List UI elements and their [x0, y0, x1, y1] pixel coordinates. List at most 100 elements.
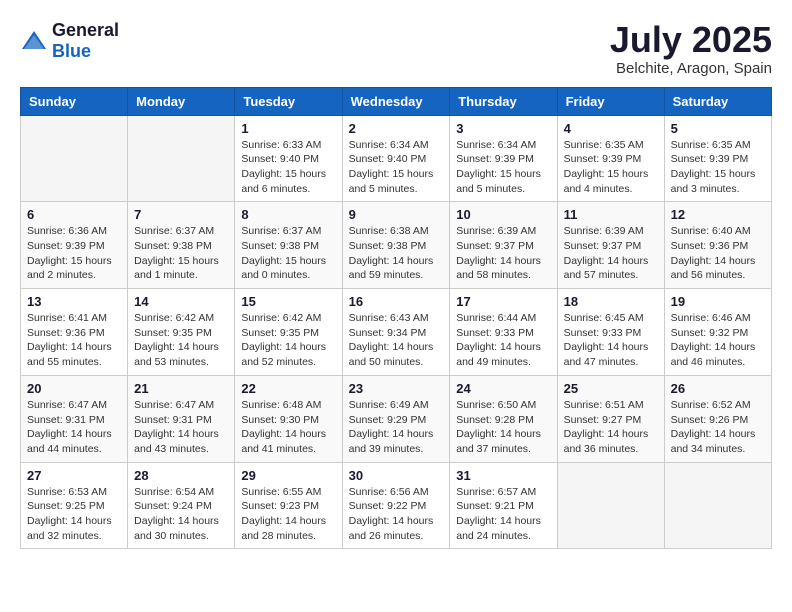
day-number: 12	[671, 207, 765, 222]
day-info: Sunrise: 6:57 AM Sunset: 9:21 PM Dayligh…	[456, 485, 550, 544]
weekday-header-tuesday: Tuesday	[235, 87, 342, 115]
calendar-cell: 24 Sunrise: 6:50 AM Sunset: 9:28 PM Dayli…	[450, 375, 557, 462]
day-info: Sunrise: 6:38 AM Sunset: 9:38 PM Dayligh…	[349, 224, 444, 283]
day-info: Sunrise: 6:51 AM Sunset: 9:27 PM Dayligh…	[564, 398, 658, 457]
day-info: Sunrise: 6:48 AM Sunset: 9:30 PM Dayligh…	[241, 398, 335, 457]
day-info: Sunrise: 6:54 AM Sunset: 9:24 PM Dayligh…	[134, 485, 228, 544]
day-info: Sunrise: 6:37 AM Sunset: 9:38 PM Dayligh…	[134, 224, 228, 283]
day-number: 24	[456, 381, 550, 396]
calendar-cell: 10Sunrise: 6:39 AM Sunset: 9:37 PM Dayli…	[450, 202, 557, 289]
logo-general: General	[52, 20, 119, 40]
calendar-cell	[21, 115, 128, 202]
calendar-week-row: 27 Sunrise: 6:53 AM Sunset: 9:25 PM Dayli…	[21, 462, 772, 549]
calendar-cell: 2 Sunrise: 6:34 AM Sunset: 9:40 PM Daylig…	[342, 115, 450, 202]
calendar-cell: 9 Sunrise: 6:38 AM Sunset: 9:38 PM Daylig…	[342, 202, 450, 289]
weekday-header-wednesday: Wednesday	[342, 87, 450, 115]
weekday-header-row: SundayMondayTuesdayWednesdayThursdayFrid…	[21, 87, 772, 115]
day-number: 21	[134, 381, 228, 396]
day-info: Sunrise: 6:47 AM Sunset: 9:31 PM Dayligh…	[27, 398, 121, 457]
calendar-cell: 26 Sunrise: 6:52 AM Sunset: 9:26 PM Dayli…	[664, 375, 771, 462]
day-info: Sunrise: 6:55 AM Sunset: 9:23 PM Dayligh…	[241, 485, 335, 544]
calendar-cell: 5Sunrise: 6:35 AM Sunset: 9:39 PM Daylig…	[664, 115, 771, 202]
calendar-cell: 28 Sunrise: 6:54 AM Sunset: 9:24 PM Dayli…	[128, 462, 235, 549]
day-info: Sunrise: 6:42 AM Sunset: 9:35 PM Dayligh…	[134, 311, 228, 370]
day-info: Sunrise: 6:36 AM Sunset: 9:39 PM Dayligh…	[27, 224, 121, 283]
day-number: 17	[456, 294, 550, 309]
day-number: 14	[134, 294, 228, 309]
day-info: Sunrise: 6:50 AM Sunset: 9:28 PM Dayligh…	[456, 398, 550, 457]
logo-text: General Blue	[52, 20, 119, 62]
calendar-cell: 1Sunrise: 6:33 AM Sunset: 9:40 PM Daylig…	[235, 115, 342, 202]
calendar-cell: 17 Sunrise: 6:44 AM Sunset: 9:33 PM Dayli…	[450, 289, 557, 376]
calendar-cell: 19 Sunrise: 6:46 AM Sunset: 9:32 PM Dayli…	[664, 289, 771, 376]
day-number: 10	[456, 207, 550, 222]
day-info: Sunrise: 6:40 AM Sunset: 9:36 PM Dayligh…	[671, 224, 765, 283]
day-info: Sunrise: 6:41 AM Sunset: 9:36 PM Dayligh…	[27, 311, 121, 370]
calendar-cell: 11Sunrise: 6:39 AM Sunset: 9:37 PM Dayli…	[557, 202, 664, 289]
calendar-cell: 23 Sunrise: 6:49 AM Sunset: 9:29 PM Dayli…	[342, 375, 450, 462]
day-info: Sunrise: 6:43 AM Sunset: 9:34 PM Dayligh…	[349, 311, 444, 370]
title-block: July 2025 Belchite, Aragon, Spain	[610, 20, 772, 77]
day-number: 16	[349, 294, 444, 309]
day-number: 3	[456, 121, 550, 136]
day-info: Sunrise: 6:49 AM Sunset: 9:29 PM Dayligh…	[349, 398, 444, 457]
day-number: 23	[349, 381, 444, 396]
calendar-cell: 8 Sunrise: 6:37 AM Sunset: 9:38 PM Daylig…	[235, 202, 342, 289]
calendar-cell: 7Sunrise: 6:37 AM Sunset: 9:38 PM Daylig…	[128, 202, 235, 289]
day-number: 2	[349, 121, 444, 136]
day-number: 28	[134, 468, 228, 483]
day-info: Sunrise: 6:34 AM Sunset: 9:39 PM Dayligh…	[456, 138, 550, 197]
calendar-cell	[664, 462, 771, 549]
calendar-cell: 27 Sunrise: 6:53 AM Sunset: 9:25 PM Dayli…	[21, 462, 128, 549]
calendar-table: SundayMondayTuesdayWednesdayThursdayFrid…	[20, 87, 772, 550]
day-number: 15	[241, 294, 335, 309]
day-info: Sunrise: 6:44 AM Sunset: 9:33 PM Dayligh…	[456, 311, 550, 370]
calendar-week-row: 6 Sunrise: 6:36 AM Sunset: 9:39 PM Daylig…	[21, 202, 772, 289]
day-number: 13	[27, 294, 121, 309]
day-number: 31	[456, 468, 550, 483]
day-number: 19	[671, 294, 765, 309]
page-header: General Blue July 2025 Belchite, Aragon,…	[20, 20, 772, 77]
day-info: Sunrise: 6:46 AM Sunset: 9:32 PM Dayligh…	[671, 311, 765, 370]
calendar-cell: 22 Sunrise: 6:48 AM Sunset: 9:30 PM Dayli…	[235, 375, 342, 462]
calendar-cell: 18Sunrise: 6:45 AM Sunset: 9:33 PM Dayli…	[557, 289, 664, 376]
day-number: 18	[564, 294, 658, 309]
location-subtitle: Belchite, Aragon, Spain	[610, 60, 772, 77]
calendar-cell: 13 Sunrise: 6:41 AM Sunset: 9:36 PM Dayli…	[21, 289, 128, 376]
calendar-cell	[128, 115, 235, 202]
calendar-cell: 29 Sunrise: 6:55 AM Sunset: 9:23 PM Dayli…	[235, 462, 342, 549]
calendar-week-row: 1Sunrise: 6:33 AM Sunset: 9:40 PM Daylig…	[21, 115, 772, 202]
calendar-cell	[557, 462, 664, 549]
day-number: 20	[27, 381, 121, 396]
day-number: 9	[349, 207, 444, 222]
calendar-week-row: 20 Sunrise: 6:47 AM Sunset: 9:31 PM Dayli…	[21, 375, 772, 462]
day-number: 22	[241, 381, 335, 396]
weekday-header-monday: Monday	[128, 87, 235, 115]
calendar-week-row: 13 Sunrise: 6:41 AM Sunset: 9:36 PM Dayli…	[21, 289, 772, 376]
day-number: 8	[241, 207, 335, 222]
logo: General Blue	[20, 20, 119, 62]
logo-icon	[20, 27, 48, 55]
calendar-cell: 31 Sunrise: 6:57 AM Sunset: 9:21 PM Dayli…	[450, 462, 557, 549]
day-info: Sunrise: 6:56 AM Sunset: 9:22 PM Dayligh…	[349, 485, 444, 544]
day-info: Sunrise: 6:52 AM Sunset: 9:26 PM Dayligh…	[671, 398, 765, 457]
day-info: Sunrise: 6:35 AM Sunset: 9:39 PM Dayligh…	[564, 138, 658, 197]
day-info: Sunrise: 6:42 AM Sunset: 9:35 PM Dayligh…	[241, 311, 335, 370]
day-info: Sunrise: 6:35 AM Sunset: 9:39 PM Dayligh…	[671, 138, 765, 197]
calendar-cell: 30 Sunrise: 6:56 AM Sunset: 9:22 PM Dayli…	[342, 462, 450, 549]
day-number: 29	[241, 468, 335, 483]
weekday-header-thursday: Thursday	[450, 87, 557, 115]
day-number: 30	[349, 468, 444, 483]
day-number: 27	[27, 468, 121, 483]
day-info: Sunrise: 6:34 AM Sunset: 9:40 PM Dayligh…	[349, 138, 444, 197]
day-number: 6	[27, 207, 121, 222]
weekday-header-saturday: Saturday	[664, 87, 771, 115]
day-info: Sunrise: 6:53 AM Sunset: 9:25 PM Dayligh…	[27, 485, 121, 544]
day-number: 25	[564, 381, 658, 396]
day-info: Sunrise: 6:37 AM Sunset: 9:38 PM Dayligh…	[241, 224, 335, 283]
calendar-cell: 21 Sunrise: 6:47 AM Sunset: 9:31 PM Dayli…	[128, 375, 235, 462]
calendar-cell: 16 Sunrise: 6:43 AM Sunset: 9:34 PM Dayli…	[342, 289, 450, 376]
calendar-cell: 4Sunrise: 6:35 AM Sunset: 9:39 PM Daylig…	[557, 115, 664, 202]
day-number: 26	[671, 381, 765, 396]
day-info: Sunrise: 6:47 AM Sunset: 9:31 PM Dayligh…	[134, 398, 228, 457]
